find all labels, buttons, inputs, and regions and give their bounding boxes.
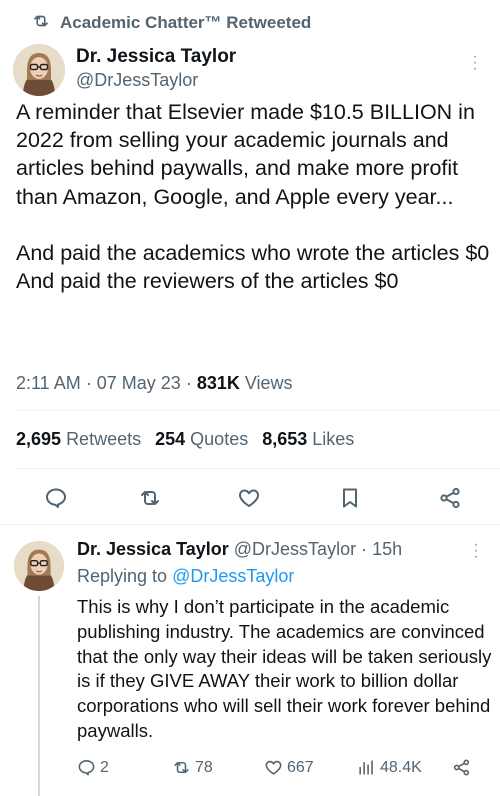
tweet-stats: 2,695 Retweets 254 Quotes 8,653 Likes (16, 429, 354, 450)
share-icon[interactable] (438, 486, 462, 510)
replying-to: Replying to @DrJessTaylor (77, 566, 294, 587)
retweet-button[interactable]: 78 (172, 758, 213, 777)
share-icon (452, 758, 471, 777)
views-button[interactable]: 48.4K (357, 758, 422, 777)
avatar[interactable] (14, 541, 64, 591)
like-button[interactable]: 667 (264, 758, 314, 777)
tweet-text: A reminder that Elsevier made $10.5 BILL… (16, 100, 490, 294)
retweets-count: 2,695 (16, 429, 62, 449)
reply-author-handle[interactable]: @DrJessTaylor (234, 539, 356, 559)
tweet-meta: 2:11 AM · 07 May 23 · 831K Views (16, 373, 293, 393)
likes-count: 8,653 (262, 429, 308, 449)
reply-age: 15h (372, 539, 403, 559)
views-count: 831K (196, 373, 240, 393)
tweet-time: 2:11 AM (16, 373, 81, 393)
tweet-action-bar (0, 480, 500, 516)
retweet-count: 78 (195, 758, 213, 776)
likes-stat[interactable]: 8,653 Likes (262, 429, 354, 450)
reply-button[interactable]: 2 (77, 758, 109, 777)
share-button[interactable] (452, 758, 471, 777)
reply-icon (77, 758, 96, 777)
divider (16, 410, 500, 411)
retweet-icon (172, 758, 191, 777)
likes-label: Likes (312, 429, 355, 449)
quotes-label: Quotes (190, 429, 249, 449)
retweet-icon (32, 12, 50, 35)
reply-count: 2 (100, 758, 109, 776)
like-icon (264, 758, 283, 777)
retweets-label: Retweets (66, 429, 142, 449)
reply-text: This is why I don’t participate in the a… (77, 596, 497, 741)
reply-action-bar: 2 78 667 48.4K (77, 758, 492, 782)
divider (0, 524, 500, 525)
views-label: Views (244, 373, 293, 393)
reply-author-name[interactable]: Dr. Jessica Taylor (77, 539, 229, 559)
quotes-count: 254 (155, 429, 186, 449)
bookmark-icon[interactable] (338, 486, 362, 510)
author-handle[interactable]: @DrJessTaylor (76, 70, 198, 91)
views-icon (357, 758, 376, 777)
tweet-date: 07 May 23 (96, 373, 181, 393)
more-icon[interactable]: · · · (465, 49, 485, 77)
retweet-banner[interactable]: Academic Chatter™ Retweeted (32, 10, 311, 36)
retweets-stat[interactable]: 2,695 Retweets (16, 429, 141, 450)
like-icon[interactable] (237, 486, 261, 510)
replying-prefix: Replying to (77, 566, 168, 586)
retweet-banner-text: Academic Chatter™ Retweeted (60, 13, 312, 32)
avatar[interactable] (13, 44, 65, 96)
divider (16, 468, 500, 469)
author-name[interactable]: Dr. Jessica Taylor (76, 46, 236, 68)
view-count: 48.4K (380, 758, 422, 776)
thread-line (38, 596, 40, 796)
quotes-stat[interactable]: 254 Quotes (155, 429, 248, 450)
retweet-icon[interactable] (138, 486, 162, 510)
like-count: 667 (287, 758, 314, 776)
more-icon[interactable]: · · · (466, 537, 486, 565)
replying-to-link[interactable]: @DrJessTaylor (172, 566, 294, 586)
reply-icon[interactable] (44, 486, 68, 510)
reply-header: Dr. Jessica Taylor @DrJessTaylor · 15h (77, 539, 403, 559)
